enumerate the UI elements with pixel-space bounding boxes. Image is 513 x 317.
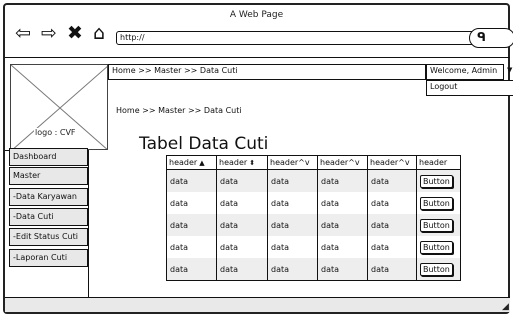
- table-row: data data data data data Button: [166, 258, 461, 281]
- column-header[interactable]: header^v: [317, 155, 368, 170]
- chevron-down-icon[interactable]: ▼: [507, 66, 512, 74]
- column-header[interactable]: header: [416, 155, 461, 170]
- table-cell: data: [317, 214, 368, 236]
- table-cell: data: [166, 169, 217, 192]
- table-cell: data: [267, 214, 318, 236]
- table-row: data data data data data Button: [166, 169, 461, 192]
- table-cell: data: [267, 236, 318, 258]
- sort-toggle-icon[interactable]: ⬍: [249, 159, 255, 167]
- toolbar-divider: [5, 57, 510, 58]
- table-cell: Button: [416, 169, 461, 192]
- table-cell: data: [267, 192, 318, 214]
- page-title: Tabel Data Cuti: [139, 134, 269, 154]
- logout-menu-item[interactable]: Logout: [426, 80, 513, 96]
- table-cell: data: [317, 169, 368, 192]
- table-cell: Button: [416, 192, 461, 214]
- status-bar: [5, 297, 510, 312]
- content-left-border: [88, 150, 89, 297]
- home-icon[interactable]: ⌂: [88, 22, 110, 44]
- row-action-button[interactable]: Button: [420, 196, 453, 210]
- table-cell: data: [166, 192, 217, 214]
- breadcrumb-secondary: Home >> Master >> Data Cuti: [116, 106, 242, 115]
- table-cell: data: [317, 192, 368, 214]
- table-cell: Button: [416, 258, 461, 281]
- sidebar-item-dashboard[interactable]: Dashboard: [9, 148, 88, 166]
- row-action-button[interactable]: Button: [420, 240, 453, 254]
- table-cell: data: [216, 236, 268, 258]
- placeholder-cross-icon: [11, 65, 107, 149]
- sidebar-item-data-cuti[interactable]: -Data Cuti: [9, 208, 88, 226]
- table-cell: data: [267, 169, 318, 192]
- forward-arrow-icon[interactable]: ⇨: [38, 22, 60, 44]
- column-header[interactable]: header^v: [267, 155, 318, 170]
- user-menu[interactable]: Welcome, Admin: [426, 64, 504, 80]
- address-bar[interactable]: http://: [116, 31, 475, 45]
- close-x-icon[interactable]: ✖: [64, 22, 86, 44]
- table-cell: data: [367, 236, 417, 258]
- logo-placeholder: [10, 64, 108, 150]
- table-row: data data data data data Button: [166, 214, 461, 236]
- sidebar-item-master[interactable]: Master: [9, 167, 88, 185]
- table-cell: Button: [416, 236, 461, 258]
- table-cell: data: [166, 258, 217, 281]
- table-cell: data: [367, 192, 417, 214]
- table-row: data data data data data Button: [166, 192, 461, 214]
- table-cell: data: [216, 214, 268, 236]
- breadcrumb: Home >> Master >> Data Cuti: [108, 64, 426, 80]
- logo-label: logo : CVF: [34, 128, 77, 137]
- window-title: A Web Page: [229, 10, 284, 20]
- column-header[interactable]: header ⬍: [216, 155, 268, 170]
- table-row: data data data data data Button: [166, 236, 461, 258]
- sidebar-item-data-karyawan[interactable]: -Data Karyawan: [9, 188, 88, 206]
- row-action-button[interactable]: Button: [420, 218, 453, 232]
- column-header[interactable]: header^v: [367, 155, 417, 170]
- row-action-button[interactable]: Button: [420, 174, 453, 188]
- sort-asc-icon[interactable]: ▲: [199, 159, 204, 167]
- search-icon: ᑫ: [477, 30, 486, 44]
- table-cell: data: [317, 236, 368, 258]
- table-cell: data: [267, 258, 318, 281]
- table-header-row: header ▲ header ⬍ header^v header^v header…: [166, 155, 461, 170]
- table-cell: data: [367, 214, 417, 236]
- back-arrow-icon[interactable]: ⇦: [12, 22, 34, 44]
- table-cell: data: [367, 258, 417, 281]
- table-cell: data: [216, 258, 268, 281]
- table-cell: data: [166, 214, 217, 236]
- data-cuti-table: header ▲ header ⬍ header^v header^v header…: [166, 155, 461, 281]
- resize-grip-icon[interactable]: ◢: [502, 302, 509, 312]
- table-cell: data: [216, 169, 268, 192]
- table-cell: data: [317, 258, 368, 281]
- sidebar-item-edit-status-cuti[interactable]: -Edit Status Cuti: [9, 228, 88, 246]
- browser-search-field[interactable]: ᑫ: [469, 28, 513, 48]
- table-cell: data: [166, 236, 217, 258]
- column-header[interactable]: header ▲: [166, 155, 217, 170]
- sidebar-item-laporan-cuti[interactable]: -Laporan Cuti: [9, 249, 88, 267]
- table-cell: data: [367, 169, 417, 192]
- row-action-button[interactable]: Button: [420, 262, 453, 276]
- table-cell: data: [216, 192, 268, 214]
- table-cell: Button: [416, 214, 461, 236]
